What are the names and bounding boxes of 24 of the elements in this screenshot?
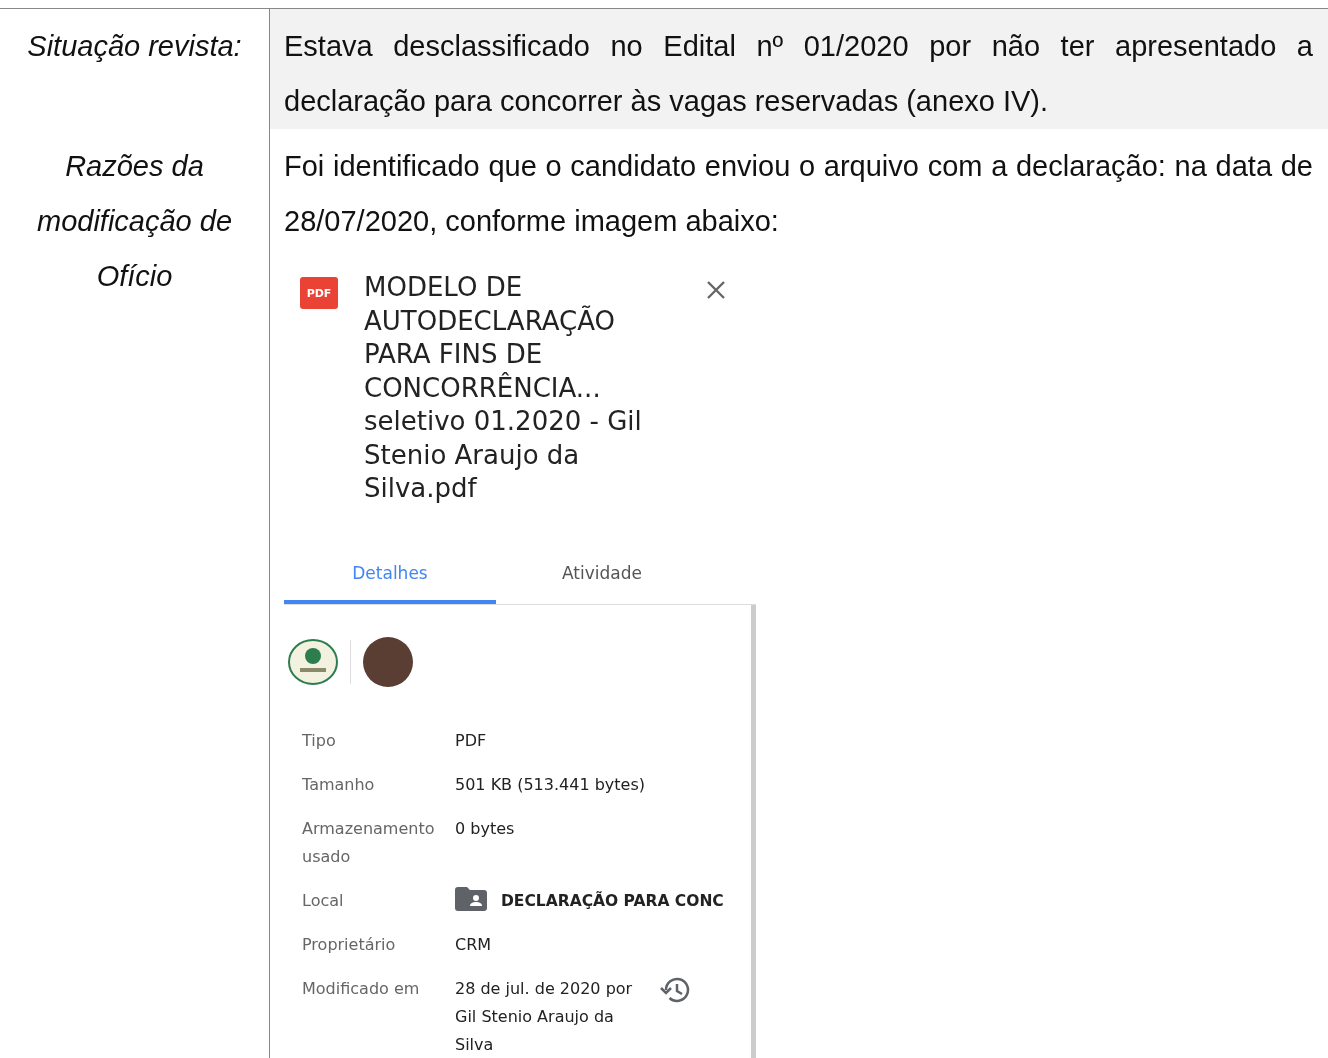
detail-label: Proprietário xyxy=(302,933,397,956)
detail-value: 0 bytes xyxy=(455,817,516,840)
row-label: Situação revista: xyxy=(26,29,243,64)
detail-value: 501 KB (513.441 bytes) xyxy=(455,773,646,796)
detail-value: CRM xyxy=(455,933,493,956)
file-name: MODELO DE AUTODECLARAÇÃO PARA FINS DE CONCORRÊNCIA... seletivo 01.2020 - Gil Stenio Araujo da Silva.pdf xyxy=(364,271,643,505)
detail-value: PDF xyxy=(455,729,488,752)
pdf-icon: PDF xyxy=(300,277,338,309)
detail-label: Tamanho xyxy=(302,773,376,796)
shared-folder-icon xyxy=(455,886,487,911)
tab[interactable]: Detalhes xyxy=(284,545,496,604)
row-label: Razões da modificação de Ofício xyxy=(35,149,234,294)
avatar xyxy=(363,636,413,687)
close-icon[interactable] xyxy=(705,279,727,301)
paragraph: Foi identificado que o candidato enviou o arquivo com a declaração: na data de 28/07/2020, conforme imagem abaixo: xyxy=(284,149,1313,239)
tab[interactable]: Atividade xyxy=(496,545,708,604)
detail-value: DECLARAÇÃO PARA CONC xyxy=(501,890,724,912)
paragraph: Estava desclassificado no Edital nº 01/2020 por não ter apresentado a declaração para concorrer às vagas reservadas (anexo IV). xyxy=(284,29,1313,119)
detail-value: 28 de jul. de 2020 por Gil Stenio Araujo da Silva xyxy=(455,977,634,1056)
detail-label: Modificado em xyxy=(302,977,421,1000)
logo-icon xyxy=(288,638,338,685)
detail-label: Local xyxy=(302,889,345,912)
detail-label: Armazenamento usado xyxy=(302,817,436,868)
detail-label: Tipo xyxy=(302,729,337,752)
